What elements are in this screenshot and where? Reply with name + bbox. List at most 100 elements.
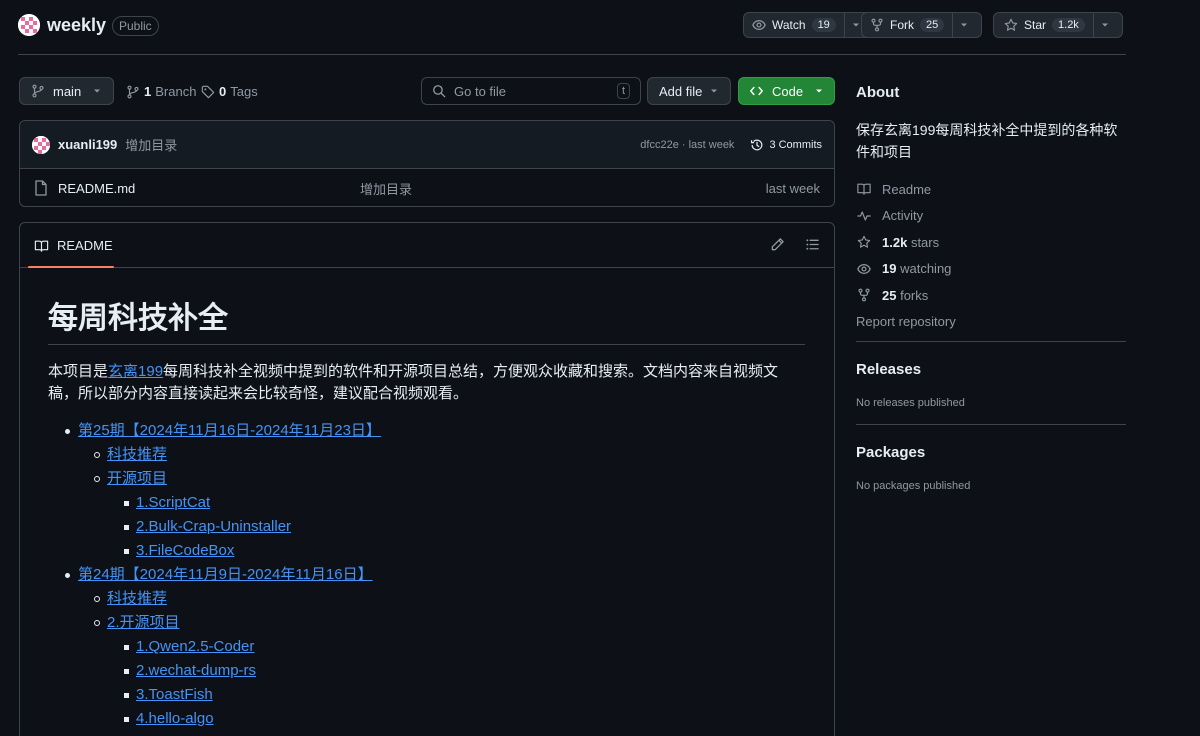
fork-button[interactable]: Fork 25	[862, 13, 954, 37]
book-icon	[34, 240, 49, 252]
fork-dropdown[interactable]	[953, 13, 981, 37]
toc-link[interactable]: 2.Bulk-Crap-Uninstaller	[136, 518, 291, 535]
watching-count: 19	[882, 261, 897, 277]
fork-button-group: Fork 25	[861, 12, 983, 38]
list-bullet	[65, 573, 70, 578]
activity-link-label: Activity	[882, 208, 924, 224]
forks-label: forks	[900, 287, 929, 303]
watch-button[interactable]: Watch 19	[744, 13, 845, 37]
tags-count: 0	[219, 84, 227, 99]
repo-header: weekly Public Watch 19 Fork 25 Star 1.2k	[18, 12, 1126, 39]
file-commit-message[interactable]: 增加目录	[360, 179, 412, 198]
toc-item: 4.hello-algo	[48, 707, 806, 731]
list-bullet	[124, 501, 129, 506]
go-to-file-input[interactable]: Go to file t	[421, 77, 641, 105]
toc-link[interactable]: 3.ToastFish	[136, 686, 213, 703]
caret-down-icon	[1101, 23, 1108, 27]
activity-link[interactable]: Activity	[856, 203, 1126, 230]
list-bullet	[124, 525, 129, 530]
star-icon	[857, 235, 871, 248]
toc-link[interactable]: 科技推荐	[107, 590, 167, 607]
toc-link[interactable]: 科技推荐	[107, 446, 167, 463]
branches-label: Branch	[155, 84, 197, 99]
commits-history-link[interactable]: 3 Commits	[750, 138, 822, 152]
packages-heading-link[interactable]: Packages	[856, 444, 925, 461]
star-dropdown[interactable]	[1094, 13, 1122, 37]
author-avatar[interactable]	[32, 135, 50, 154]
branches-link[interactable]: 1 Branch	[126, 84, 196, 99]
list-bullet	[94, 476, 100, 482]
readme-tools	[770, 237, 820, 252]
latest-commit-row: xuanli199 增加目录 dfcc22e · last week 3 Com…	[20, 121, 834, 169]
watch-label: Watch	[772, 18, 806, 32]
commit-message-link[interactable]: 增加目录	[125, 135, 640, 154]
repo-owner-avatar[interactable]	[18, 14, 40, 36]
fork-count: 25	[920, 18, 945, 32]
tab-readme[interactable]: README	[34, 238, 113, 253]
list-bullet	[124, 717, 129, 722]
releases-empty-text: No releases published	[856, 397, 965, 409]
stars-link[interactable]: 1.2k stars	[856, 229, 1126, 256]
readme-title: 每周科技补全	[48, 300, 805, 345]
repo-name-link[interactable]: weekly	[47, 15, 106, 36]
list-bullet	[94, 620, 100, 626]
git-branch-icon	[32, 84, 44, 98]
fork-icon	[871, 18, 883, 32]
packages-section: Packages No packages published	[856, 444, 1126, 492]
keyboard-shortcut-hint: t	[616, 83, 630, 99]
packages-empty-text: No packages published	[856, 480, 971, 492]
report-repository-link[interactable]: Report repository	[856, 309, 1126, 336]
star-button[interactable]: Star 1.2k	[994, 13, 1094, 37]
toc-link[interactable]: 2.开源项目	[107, 614, 180, 631]
toc-link[interactable]: 第24期【2024年11月9日-2024年11月16日】	[78, 566, 373, 583]
code-icon	[750, 86, 763, 96]
star-button-group: Star 1.2k	[993, 12, 1123, 38]
toc-item: 2.wechat-dump-rs	[48, 659, 806, 683]
code-label: Code	[772, 83, 804, 99]
toc-link[interactable]: 1.ScriptCat	[136, 494, 210, 511]
readme-link-label: Readme	[882, 181, 932, 197]
watch-count: 19	[811, 18, 836, 32]
commit-sha-time[interactable]: dfcc22e · last week	[640, 139, 734, 151]
toc-item: 1.ScriptCat	[48, 491, 806, 515]
commit-author-link[interactable]: xuanli199	[58, 137, 117, 152]
add-file-button[interactable]: Add file	[647, 77, 731, 105]
releases-section: Releases No releases published	[856, 361, 1126, 409]
git-branch-icon	[127, 85, 139, 98]
file-row[interactable]: README.md 增加目录 last week	[20, 169, 834, 207]
tags-link[interactable]: 0 Tags	[201, 84, 258, 99]
file-name-link[interactable]: README.md	[58, 181, 135, 196]
readme-panel: README 每周科技补全 本项目是玄离199每周科技补全视频中提到的软件和开源…	[19, 222, 835, 736]
toc-link[interactable]: 开源项目	[107, 470, 167, 487]
watching-label: watching	[900, 261, 952, 277]
tag-icon	[201, 85, 215, 98]
file-commit-date: last week	[765, 180, 820, 196]
eye-icon	[752, 20, 766, 30]
toc-item: 第24期【2024年11月9日-2024年11月16日】	[48, 563, 806, 587]
pencil-icon	[771, 238, 784, 251]
commits-count-label: 3 Commits	[769, 138, 822, 151]
toc-link[interactable]: 1.Qwen2.5-Coder	[136, 638, 254, 655]
forks-count: 25	[882, 287, 897, 303]
branch-selector[interactable]: main	[19, 77, 114, 105]
toc-link[interactable]: 3.FileCodeBox	[136, 542, 234, 559]
tab-readme-label: README	[57, 238, 113, 253]
list-bullet	[124, 549, 129, 554]
edit-file-button[interactable]	[770, 237, 785, 252]
readme-link[interactable]: Readme	[856, 176, 1126, 203]
list-bullet	[94, 596, 100, 602]
code-button[interactable]: Code	[738, 77, 835, 105]
file-icon	[35, 180, 47, 196]
toc-item: 3.ToastFish	[48, 683, 806, 707]
toc-link[interactable]: 2.wechat-dump-rs	[136, 662, 256, 679]
intro-prefix: 本项目是	[48, 363, 109, 380]
outline-button[interactable]	[805, 237, 820, 252]
releases-heading-link[interactable]: Releases	[856, 361, 921, 378]
toc-link[interactable]: 4.hello-algo	[136, 710, 214, 727]
forks-link[interactable]: 25 forks	[856, 282, 1126, 309]
watching-link[interactable]: 19 watching	[856, 256, 1126, 283]
toc-link[interactable]: 第25期【2024年11月16日-2024年11月23日】	[78, 422, 381, 439]
author-channel-link[interactable]: 玄离199	[108, 363, 163, 380]
tags-label: Tags	[230, 84, 258, 99]
star-label: Star	[1024, 18, 1047, 32]
